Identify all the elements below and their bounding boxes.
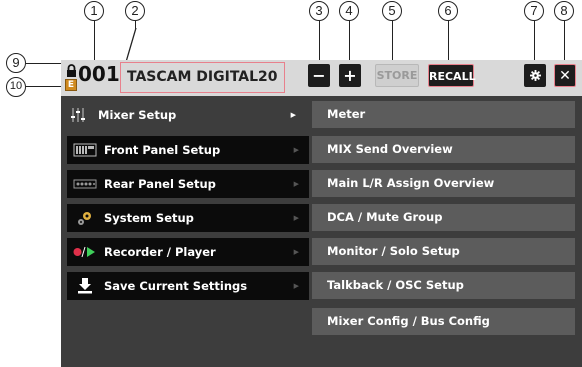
callout-10: 10	[6, 77, 26, 97]
leader-line-1	[94, 21, 96, 61]
menu-item-system-setup[interactable]: System Setup ▶	[67, 204, 309, 232]
rear-panel-icon	[73, 179, 97, 189]
menu-item-front-panel-setup[interactable]: Front Panel Setup ▶	[67, 136, 309, 164]
close-button[interactable]: ✕	[554, 64, 576, 87]
leader-line-4	[349, 21, 351, 64]
chevron-right-icon: ▶	[293, 282, 299, 290]
menu-item-save-current-settings[interactable]: Save Current Settings ▶	[67, 272, 309, 300]
scene-name-field[interactable]: TASCAM DIGITAL20	[120, 62, 285, 93]
submenu-item-dca-mute-group[interactable]: DCA / Mute Group	[312, 204, 575, 231]
scene-increment-button[interactable]: +	[339, 64, 361, 87]
leader-line-10	[26, 86, 65, 88]
store-button[interactable]: STORE	[375, 64, 419, 87]
chevron-right-icon: ▶	[293, 146, 299, 154]
callout-6: 6	[438, 1, 458, 21]
leader-line-3	[319, 21, 321, 64]
callout-4: 4	[339, 1, 359, 21]
callout-7: 7	[524, 1, 544, 21]
submenu-item-mixer-config-bus-config[interactable]: Mixer Config / Bus Config	[312, 308, 575, 335]
lock-icon	[67, 64, 76, 77]
scene-decrement-button[interactable]: −	[308, 64, 330, 87]
leader-line-9	[26, 63, 66, 65]
callout-2: 2	[125, 1, 145, 21]
leader-line-6	[448, 21, 450, 64]
submenu-item-talkback-osc-setup[interactable]: Talkback / OSC Setup	[312, 272, 575, 299]
mixer-faders-icon	[71, 108, 85, 122]
submenu-item-mix-send-overview[interactable]: MIX Send Overview	[312, 136, 575, 163]
menu-item-mixer-setup[interactable]: Mixer Setup ▶	[61, 101, 306, 129]
chevron-right-icon: ▶	[293, 180, 299, 188]
callout-8: 8	[554, 1, 574, 21]
submenu-item-monitor-solo-setup[interactable]: Monitor / Solo Setup	[312, 238, 575, 265]
record-play-icon	[73, 246, 95, 258]
gears-icon	[78, 212, 91, 225]
callout-1: 1	[84, 1, 104, 21]
callout-9: 9	[6, 53, 26, 73]
edited-badge: E	[65, 79, 77, 91]
chevron-right-icon: ▶	[293, 248, 299, 256]
menu-item-label: Recorder / Player	[104, 245, 216, 259]
menu-item-label: Save Current Settings	[104, 279, 248, 293]
menu-item-label: Front Panel Setup	[104, 143, 221, 157]
gear-icon	[529, 70, 541, 81]
chevron-right-icon: ▶	[293, 214, 299, 222]
submenu-item-main-lr-assign-overview[interactable]: Main L/R Assign Overview	[312, 170, 575, 197]
submenu-item-meter[interactable]: Meter	[312, 101, 575, 128]
menu-item-rear-panel-setup[interactable]: Rear Panel Setup ▶	[67, 170, 309, 198]
leader-line-2-diag	[125, 28, 137, 63]
callout-5: 5	[382, 1, 402, 21]
menu-item-label: Rear Panel Setup	[104, 177, 216, 191]
leader-line-7	[534, 21, 536, 64]
front-panel-icon	[73, 143, 97, 157]
menu-item-recorder-player[interactable]: Recorder / Player ▶	[67, 238, 309, 266]
leader-line-8	[564, 21, 566, 64]
menu-item-label: System Setup	[104, 211, 194, 225]
chevron-right-icon: ▶	[290, 111, 296, 119]
recall-button[interactable]: RECALL	[428, 64, 476, 87]
menu-item-label: Mixer Setup	[98, 108, 177, 122]
settings-button[interactable]	[524, 64, 546, 87]
download-icon	[78, 278, 92, 294]
scene-number: 001	[78, 62, 120, 86]
leader-line-5	[392, 21, 394, 64]
callout-3: 3	[309, 1, 329, 21]
